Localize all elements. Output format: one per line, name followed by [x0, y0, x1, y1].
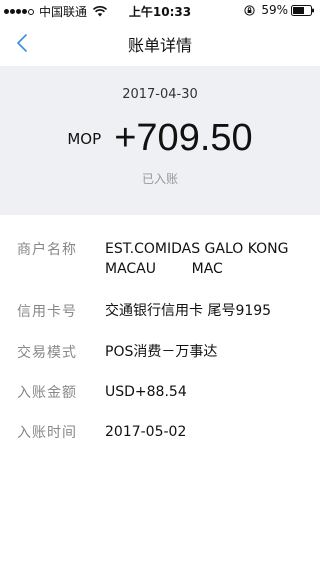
posted-date: 2017-05-02 [105, 424, 187, 440]
battery-percent: 59% [261, 3, 288, 17]
detail-label: 信用卡号 [17, 304, 77, 320]
status-right: 59% [244, 3, 315, 17]
merchant-name: EST.COMIDAS GALO KONG MACAU MAC [105, 239, 310, 279]
currency-code: MOP [67, 130, 102, 148]
merchant-name-line2: MACAU MAC [105, 261, 223, 277]
rotation-lock-icon [244, 4, 255, 16]
nav-bar: 账单详情 [0, 20, 320, 66]
card-number: 交通银行信用卡 尾号9195 [105, 303, 272, 319]
posting-status: 已入账 [141, 172, 178, 186]
posted-amount: USD+88.54 [105, 384, 187, 400]
merchant-name-line1: EST.COMIDAS GALO KONG [105, 241, 289, 257]
transaction-mode: POS消费－万事达 [105, 344, 218, 360]
transaction-amount: +709.50 [114, 117, 253, 159]
battery-icon [291, 4, 314, 16]
transaction-date: 2017-04-30 [122, 87, 198, 102]
amount-row: MOP +709.50 [0, 117, 320, 160]
detail-label: 商户名称 [17, 242, 77, 258]
phone-screen: 中国联通 上午10:33 59% 账单详情 2017-04-30 MOP +70… [0, 0, 320, 569]
detail-label: 交易模式 [17, 345, 77, 361]
detail-label: 入账金额 [17, 385, 77, 401]
detail-label: 入账时间 [17, 425, 77, 441]
transaction-summary: 2017-04-30 MOP +709.50 已入账 [0, 66, 320, 215]
status-bar: 中国联通 上午10:33 59% [0, 0, 320, 20]
page-title: 账单详情 [127, 36, 192, 55]
